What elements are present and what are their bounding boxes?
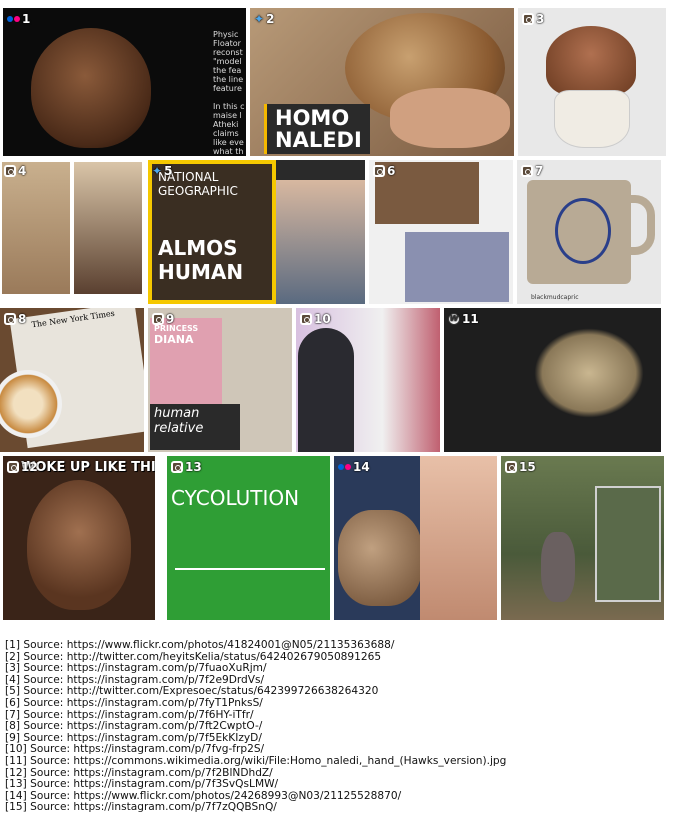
tile-13-photo[interactable]: CYCOLUTION 13 — [167, 456, 330, 620]
hominin-magazine: human relative — [150, 404, 240, 450]
magazine-cover: NATIONAL GEOGRAPHIC ALMOS HUMAN — [148, 160, 276, 304]
flickr-icon — [7, 16, 20, 22]
mug-caption: blackmudcapric — [531, 294, 579, 301]
flickr-icon — [338, 464, 351, 470]
tile-15-photo[interactable]: 15 — [501, 456, 664, 620]
tile-1-photo[interactable]: Physic Floator reconst "model the fea th… — [3, 8, 246, 156]
tile-9-badge: 9 — [152, 312, 174, 326]
hominin-with-glasses — [27, 480, 131, 610]
instagram-icon — [505, 461, 517, 473]
homo-naledi-title: HOMO NALEDI — [264, 104, 370, 154]
tile-5-badge: ✦ 5 — [152, 164, 173, 178]
instagram-icon — [171, 461, 183, 473]
tile-8-photo[interactable]: The New York Times 8 — [0, 308, 144, 452]
source-line: [13] Source: https://instagram.com/p/7f3… — [5, 778, 279, 791]
painter-figure — [298, 328, 354, 452]
tile-13-badge: 13 — [171, 460, 202, 474]
mug-face-design — [555, 198, 611, 264]
man-face — [420, 456, 497, 620]
tile-2-badge: ✦ 2 — [254, 12, 275, 26]
instagram-icon — [300, 313, 312, 325]
hand — [390, 88, 510, 148]
mug-handle — [631, 195, 655, 255]
tile-9-photo[interactable]: PRINCESS DIANA human relative 9 — [148, 308, 292, 452]
tile-1-badge: 1 — [7, 12, 30, 26]
tile-8-badge: 8 — [4, 312, 26, 326]
tile-6-photo[interactable]: 6 — [369, 160, 513, 304]
overlay-text: Physic Floator reconst "model the fea th… — [213, 30, 245, 156]
hominin-face-left — [2, 162, 70, 294]
skull-jaw — [554, 90, 630, 148]
tile-14-badge: 14 — [338, 460, 370, 474]
man-kissing-skull — [276, 180, 365, 304]
tile-10-photo[interactable]: 10 — [296, 308, 440, 452]
instagram-icon — [522, 13, 534, 25]
skull-top — [546, 26, 636, 96]
tile-3-photo[interactable]: 3 — [518, 8, 666, 156]
tile-11-photo[interactable]: W 11 — [444, 308, 661, 452]
hominin-face-render — [31, 28, 151, 148]
tile-12-photo[interactable]: WOKE UP LIKE THIS 12 — [3, 456, 155, 620]
evolution-cyclists — [175, 522, 325, 570]
twitter-icon: ✦ — [152, 164, 163, 178]
instagram-icon — [4, 313, 16, 325]
source-line: [1] Source: https://www.flickr.com/photo… — [5, 639, 395, 651]
skull-cast — [338, 510, 422, 606]
instagram-icon — [7, 461, 19, 473]
twitter-icon: ✦ — [254, 12, 265, 26]
wikimedia-icon: W — [448, 313, 460, 325]
baboon — [541, 532, 575, 602]
tile-10-badge: 10 — [300, 312, 331, 326]
source-line: [11] Source: https://commons.wikimedia.o… — [5, 754, 507, 767]
tile-7-badge: 7 — [521, 164, 543, 178]
tile-15-badge: 15 — [505, 460, 536, 474]
mirror — [595, 486, 661, 602]
source-list: [1] Source: https://www.flickr.com/photo… — [5, 639, 507, 814]
tile-3-badge: 3 — [522, 12, 544, 26]
tile-5-photo[interactable]: NATIONAL GEOGRAPHIC ALMOS HUMAN ✦ 5 — [148, 160, 365, 304]
tile-12-badge: 12 — [7, 460, 38, 474]
tile-6-badge: 6 — [373, 164, 395, 178]
tile-14-photo[interactable]: 14 — [334, 456, 497, 620]
tile-7-photo[interactable]: blackmudcapric 7 — [517, 160, 661, 304]
instagram-icon — [152, 313, 164, 325]
tile-2-photo[interactable]: HOMO NALEDI ✦ 2 — [250, 8, 514, 156]
tile-4-badge: 4 — [4, 164, 26, 178]
instagram-icon — [373, 165, 385, 177]
tile-11-badge: W 11 — [448, 312, 479, 326]
source-line: [8] Source: https://instagram.com/p/7ft2… — [5, 720, 263, 733]
woman-face-right — [74, 162, 142, 294]
source-line: [15] Source: https://instagram.com/p/7f7… — [5, 801, 277, 814]
instagram-icon — [4, 165, 16, 177]
source-line: [6] Source: https://instagram.com/p/7fyT… — [5, 696, 263, 709]
meme-text: WOKE UP LIKE THIS — [21, 460, 155, 475]
face-mesh-tracking — [405, 232, 509, 302]
instagram-icon — [521, 165, 533, 177]
princess-diana-magazine: PRINCESS DIANA — [150, 318, 222, 406]
fossil-hand-bones — [534, 328, 644, 418]
tile-4-photo[interactable]: 4 — [0, 160, 144, 304]
shirt-text: CYCOLUTION — [171, 486, 300, 510]
